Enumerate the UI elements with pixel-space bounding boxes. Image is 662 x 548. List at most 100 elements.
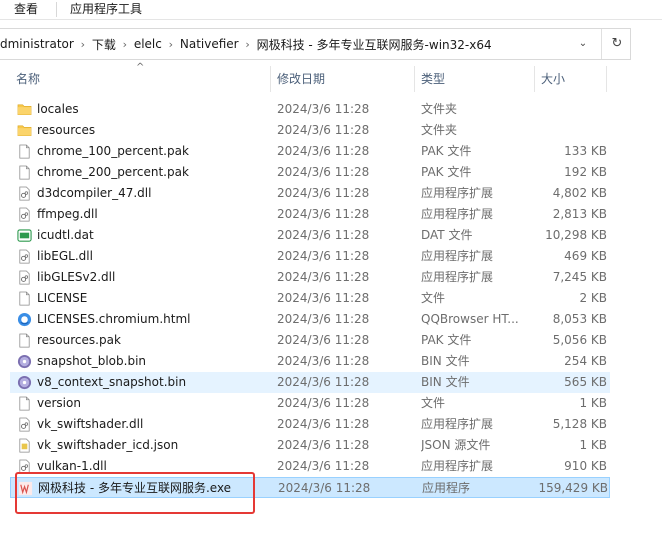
- file-row[interactable]: locales 2024/3/6 11:28 文件夹: [10, 99, 610, 120]
- file-size: 1 KB: [579, 396, 607, 410]
- file-modified-date: 2024/3/6 11:28: [277, 165, 370, 179]
- file-row[interactable]: libGLESv2.dll 2024/3/6 11:28 应用程序扩展 7,245 K…: [10, 267, 610, 288]
- file-type: 应用程序扩展: [421, 417, 494, 431]
- file-row[interactable]: LICENSE 2024/3/6 11:28 文件 2 KB: [10, 288, 610, 309]
- file-modified-date: 2024/3/6 11:28: [277, 207, 370, 221]
- file-icon: [17, 144, 32, 159]
- file-type: QQBrowser HT...: [421, 312, 519, 326]
- file-size: 2 KB: [579, 291, 607, 305]
- browser-icon: [17, 312, 32, 327]
- file-type: 应用程序扩展: [421, 459, 494, 473]
- breadcrumb-item[interactable]: dministrator: [0, 37, 74, 51]
- file-size: 7,245 KB: [552, 270, 607, 284]
- address-bar[interactable]: dministrator › 下载 › elelc › Nativefier › 网极科技 - …: [0, 28, 631, 60]
- file-icon: [17, 165, 32, 180]
- file-size: 10,298 KB: [545, 228, 607, 242]
- file-type: 文件: [421, 291, 446, 305]
- file-row[interactable]: ffmpeg.dll 2024/3/6 11:28 应用程序扩展 2,813 KB: [10, 204, 610, 225]
- breadcrumb-separator-icon[interactable]: ›: [116, 38, 134, 51]
- file-modified-date: 2024/3/6 11:28: [277, 375, 370, 389]
- file-row[interactable]: vk_swiftshader.dll 2024/3/6 11:28 应用程序扩展 5,…: [10, 414, 610, 435]
- file-type: BIN 文件: [421, 375, 470, 389]
- file-name: v8_context_snapshot.bin: [37, 375, 187, 389]
- file-row[interactable]: resources.pak 2024/3/6 11:28 PAK 文件 5,056 K…: [10, 330, 610, 351]
- file-modified-date: 2024/3/6 11:28: [277, 144, 370, 158]
- file-row[interactable]: vk_swiftshader_icd.json 2024/3/6 11:28 JSO…: [10, 435, 610, 456]
- breadcrumb-separator-icon[interactable]: ›: [239, 38, 257, 51]
- breadcrumb-item[interactable]: 下载: [92, 36, 116, 53]
- file-type: 文件夹: [421, 102, 458, 116]
- file-modified-date: 2024/3/6 11:28: [277, 417, 370, 431]
- json-icon: [17, 438, 32, 453]
- file-size: 4,802 KB: [552, 186, 607, 200]
- tab-view[interactable]: 查看: [14, 1, 38, 18]
- file-name: ffmpeg.dll: [37, 207, 98, 221]
- column-divider[interactable]: [606, 66, 607, 92]
- file-modified-date: 2024/3/6 11:28: [277, 396, 370, 410]
- file-name: resources: [37, 123, 96, 137]
- file-modified-date: 2024/3/6 11:28: [277, 270, 370, 284]
- file-size: 5,056 KB: [552, 333, 607, 347]
- file-row[interactable]: snapshot_blob.bin 2024/3/6 11:28 BIN 文件 254…: [10, 351, 610, 372]
- column-type[interactable]: 类型: [415, 66, 533, 92]
- breadcrumb-item[interactable]: 网极科技 - 多年专业互联网服务-win32-x64: [257, 36, 492, 53]
- file-name: vk_swiftshader.dll: [37, 417, 144, 431]
- file-type: 文件: [421, 396, 446, 410]
- file-size: 192 KB: [564, 165, 607, 179]
- file-row[interactable]: LICENSES.chromium.html 2024/3/6 11:28 QQBr…: [10, 309, 610, 330]
- file-type: 应用程序扩展: [421, 186, 494, 200]
- file-modified-date: 2024/3/6 11:28: [277, 102, 370, 116]
- file-modified-date: 2024/3/6 11:28: [277, 312, 370, 326]
- file-modified-date: 2024/3/6 11:28: [277, 186, 370, 200]
- file-size: 469 KB: [564, 249, 607, 263]
- file-type: DAT 文件: [421, 228, 473, 242]
- folder-icon: [17, 123, 32, 138]
- file-icon: [17, 396, 32, 411]
- file-size: 133 KB: [564, 144, 607, 158]
- file-type: 应用程序扩展: [421, 207, 494, 221]
- column-size[interactable]: 大小: [535, 66, 605, 92]
- breadcrumb-item[interactable]: Nativefier: [180, 37, 239, 51]
- file-row[interactable]: resources 2024/3/6 11:28 文件夹: [10, 120, 610, 141]
- file-row[interactable]: d3dcompiler_47.dll 2024/3/6 11:28 应用程序扩展 4,…: [10, 183, 610, 204]
- file-type: PAK 文件: [421, 144, 472, 158]
- file-row[interactable]: version 2024/3/6 11:28 文件 1 KB: [10, 393, 610, 414]
- breadcrumb-separator-icon[interactable]: ›: [74, 38, 92, 51]
- file-size: [536, 120, 607, 141]
- file-name: LICENSE: [37, 291, 88, 305]
- file-size: 5,128 KB: [552, 417, 607, 431]
- file-row[interactable]: libEGL.dll 2024/3/6 11:28 应用程序扩展 469 KB: [10, 246, 610, 267]
- file-modified-date: 2024/3/6 11:28: [277, 291, 370, 305]
- file-name: version: [37, 396, 81, 410]
- file-modified-date: 2024/3/6 11:28: [277, 459, 370, 473]
- breadcrumb-item[interactable]: elelc: [134, 37, 162, 51]
- dll-icon: [17, 417, 32, 432]
- breadcrumb-separator-icon[interactable]: ›: [162, 38, 180, 51]
- file-name: libEGL.dll: [37, 249, 93, 263]
- file-type: 应用程序扩展: [421, 270, 494, 284]
- file-modified-date: 2024/3/6 11:28: [277, 228, 370, 242]
- disc-icon: [17, 354, 32, 369]
- disc-icon: [17, 375, 32, 390]
- tab-app-tools[interactable]: 应用程序工具: [70, 1, 142, 18]
- file-size: 159,429 KB: [538, 481, 608, 495]
- file-row[interactable]: chrome_100_percent.pak 2024/3/6 11:28 PAK …: [10, 141, 610, 162]
- file-row[interactable]: icudtl.dat 2024/3/6 11:28 DAT 文件 10,298 KB: [10, 225, 610, 246]
- file-modified-date: 2024/3/6 11:28: [277, 438, 370, 452]
- file-name: snapshot_blob.bin: [37, 354, 147, 368]
- file-type: 应用程序扩展: [421, 249, 494, 263]
- file-row[interactable]: chrome_200_percent.pak 2024/3/6 11:28 PAK …: [10, 162, 610, 183]
- file-size: 8,053 KB: [552, 312, 607, 326]
- refresh-icon[interactable]: ↻: [606, 34, 628, 54]
- file-row[interactable]: v8_context_snapshot.bin 2024/3/6 11:28 BIN…: [10, 372, 610, 393]
- file-name: resources.pak: [37, 333, 121, 347]
- dll-icon: [17, 207, 32, 222]
- file-modified-date: 2024/3/6 11:28: [277, 249, 370, 263]
- file-type: JSON 源文件: [421, 438, 491, 452]
- column-name[interactable]: 名称: [10, 66, 270, 92]
- column-date[interactable]: 修改日期: [271, 66, 413, 92]
- dat-icon: [17, 228, 32, 243]
- file-type: PAK 文件: [421, 165, 472, 179]
- address-dropdown-icon[interactable]: ⌄: [573, 35, 593, 53]
- file-name: LICENSES.chromium.html: [37, 312, 191, 326]
